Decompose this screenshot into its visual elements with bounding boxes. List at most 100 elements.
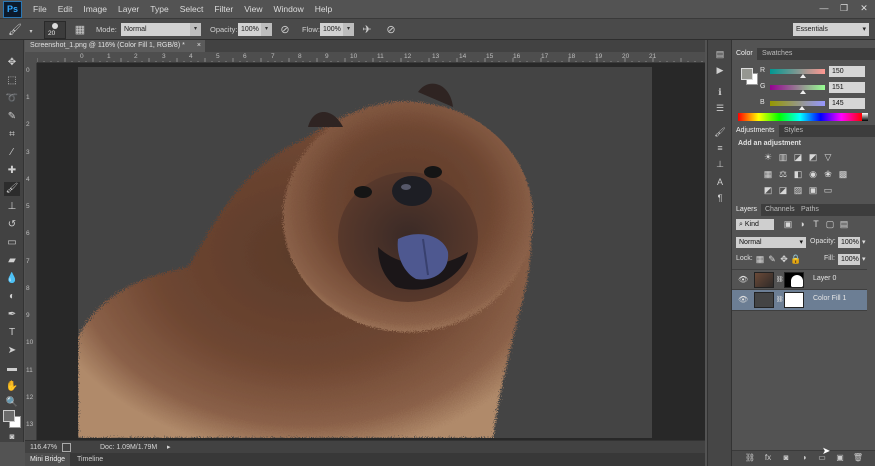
fill-input[interactable]: 100% [838, 254, 860, 265]
chevron-down-icon[interactable]: ▾ [343, 23, 354, 36]
lock-pixels-icon[interactable]: ✎ [766, 254, 778, 265]
lock-position-icon[interactable]: ✥ [778, 254, 790, 265]
marquee-tool-icon[interactable]: ⬚ [4, 74, 20, 88]
horizontal-ruler[interactable]: 0 1 2 3 4 5 6 7 8 9 10 11 12 13 14 15 16… [37, 52, 705, 63]
layer-mask-thumbnail[interactable] [784, 292, 804, 308]
gradient-map-icon[interactable]: ▭ [822, 185, 834, 196]
chevron-down-icon[interactable]: ▾ [190, 23, 201, 36]
color-spectrum[interactable] [738, 113, 862, 121]
foreground-color-swatch[interactable] [3, 410, 15, 422]
hue-saturation-icon[interactable]: ▦ [762, 169, 774, 180]
vibrance-icon[interactable]: ▽ [822, 152, 834, 163]
stamp-tool-icon[interactable]: ⊥ [4, 200, 20, 214]
red-slider[interactable] [770, 69, 825, 78]
photo-filter-icon[interactable]: ◉ [807, 169, 819, 180]
eraser-tool-icon[interactable]: ▭ [4, 236, 20, 250]
tab-mini-bridge[interactable]: Mini Bridge [25, 453, 71, 466]
export-icon[interactable] [62, 443, 71, 452]
green-slider[interactable] [770, 85, 825, 94]
info-icon[interactable]: ℹ [713, 86, 727, 99]
mode-select[interactable]: Normal [121, 23, 191, 36]
menu-filter[interactable]: Filter [214, 4, 233, 14]
layer-filter-select[interactable]: ⌕ Kind [736, 219, 774, 230]
tab-styles[interactable]: Styles [780, 125, 807, 137]
posterize-icon[interactable]: ◪ [777, 185, 789, 196]
pressure-size-icon[interactable]: ⊘ [384, 23, 398, 37]
gradient-tool-icon[interactable]: ▰ [4, 254, 20, 268]
black-white-icon[interactable]: ◧ [792, 169, 804, 180]
menu-type[interactable]: Type [150, 4, 168, 14]
brush-presets-icon[interactable]: 🖌 [713, 126, 727, 139]
tab-layers[interactable]: Layers [732, 204, 762, 216]
filter-adjustment-icon[interactable]: ◑ [796, 219, 808, 230]
healing-tool-icon[interactable]: ✚ [4, 164, 20, 178]
blend-mode-select[interactable]: Normal ▾ [736, 237, 806, 248]
link-icon[interactable]: ⛓ [776, 276, 784, 283]
delete-layer-icon[interactable]: 🗑 [852, 453, 864, 463]
restore-button[interactable]: ❐ [837, 3, 851, 14]
exposure-icon[interactable]: ◩ [807, 152, 819, 163]
airbrush-icon[interactable]: ✈ [360, 23, 374, 37]
tab-swatches[interactable]: Swatches [758, 48, 796, 60]
menu-window[interactable]: Window [273, 4, 303, 14]
brush-tool-icon[interactable]: 🖌 [4, 182, 20, 196]
history-icon[interactable]: ▤ [713, 48, 727, 61]
lock-transparent-icon[interactable]: ▦ [754, 254, 766, 265]
actions-icon[interactable]: ▶ [713, 64, 727, 77]
green-input[interactable]: 151 [829, 82, 865, 93]
brush-panel-icon[interactable]: ▦ [73, 23, 87, 37]
menu-select[interactable]: Select [180, 4, 204, 14]
properties-icon[interactable]: ☰ [713, 102, 727, 115]
shape-tool-icon[interactable]: ▬ [4, 362, 20, 376]
minimize-button[interactable]: — [817, 3, 831, 14]
flow-input[interactable]: 100% [320, 23, 344, 36]
quick-mask-icon[interactable]: ◙ [4, 430, 20, 444]
black-white-ramp[interactable] [862, 113, 868, 121]
pen-tool-icon[interactable]: ✒ [4, 308, 20, 322]
filter-smart-object-icon[interactable]: ▤ [838, 219, 850, 230]
slider-thumb[interactable] [800, 74, 806, 78]
foreground-color-swatch[interactable] [741, 68, 753, 80]
tab-adjustments[interactable]: Adjustments [732, 125, 779, 137]
levels-icon[interactable]: ▥ [777, 152, 789, 163]
close-icon[interactable]: × [197, 40, 201, 52]
blur-tool-icon[interactable]: 💧 [4, 272, 20, 286]
eye-icon[interactable]: 👁 [738, 275, 748, 284]
eyedropper-tool-icon[interactable]: ⁄ [4, 146, 20, 160]
brush-icon[interactable]: ≡ [713, 142, 727, 155]
tab-color[interactable]: Color [732, 48, 757, 60]
path-select-tool-icon[interactable]: ➤ [4, 344, 20, 358]
filter-type-icon[interactable]: T [810, 219, 822, 230]
vertical-ruler[interactable]: 0 1 2 3 4 5 6 7 8 9 10 11 12 13 [25, 63, 37, 440]
lasso-tool-icon[interactable]: ➰ [4, 92, 20, 106]
new-layer-icon[interactable]: ▣ [834, 453, 846, 463]
document-tab[interactable]: Screenshot_1.png @ 116% (Color Fill 1, R… [25, 40, 205, 52]
layer-name[interactable]: Color Fill 1 [813, 295, 846, 302]
menu-layer[interactable]: Layer [118, 4, 139, 14]
crop-tool-icon[interactable]: ⌗ [4, 128, 20, 142]
selective-color-icon[interactable]: ▣ [807, 185, 819, 196]
filter-shape-icon[interactable]: ▢ [824, 219, 836, 230]
pressure-opacity-icon[interactable]: ⊘ [278, 23, 292, 37]
chevron-down-icon[interactable]: ▾ [24, 25, 38, 39]
new-adjustment-icon[interactable]: ◑ [798, 453, 810, 463]
zoom-tool-icon[interactable]: 🔍 [4, 396, 20, 410]
history-brush-tool-icon[interactable]: ↺ [4, 218, 20, 232]
blue-input[interactable]: 145 [829, 98, 865, 109]
curves-icon[interactable]: ◪ [792, 152, 804, 163]
layer-row-layer-0[interactable]: 👁 ⛓ Layer 0 [732, 269, 867, 290]
filter-pixel-icon[interactable]: ▣ [782, 219, 794, 230]
hand-tool-icon[interactable]: ✋ [4, 380, 20, 394]
quick-select-tool-icon[interactable]: ✎ [4, 110, 20, 124]
layer-opacity-input[interactable]: 100% [838, 237, 860, 248]
lock-all-icon[interactable]: 🔒 [790, 254, 802, 265]
chevron-down-icon[interactable]: ▾ [261, 23, 272, 36]
layer-name[interactable]: Layer 0 [813, 275, 836, 282]
brush-picker[interactable]: 20 [44, 21, 66, 39]
close-button[interactable]: ✕ [857, 3, 871, 14]
move-tool-icon[interactable]: ✥ [4, 56, 20, 70]
tab-channels[interactable]: Channels [761, 204, 799, 216]
document-canvas[interactable] [78, 67, 652, 438]
type-tool-icon[interactable]: T [4, 326, 20, 340]
dodge-tool-icon[interactable]: ◐ [4, 290, 20, 304]
